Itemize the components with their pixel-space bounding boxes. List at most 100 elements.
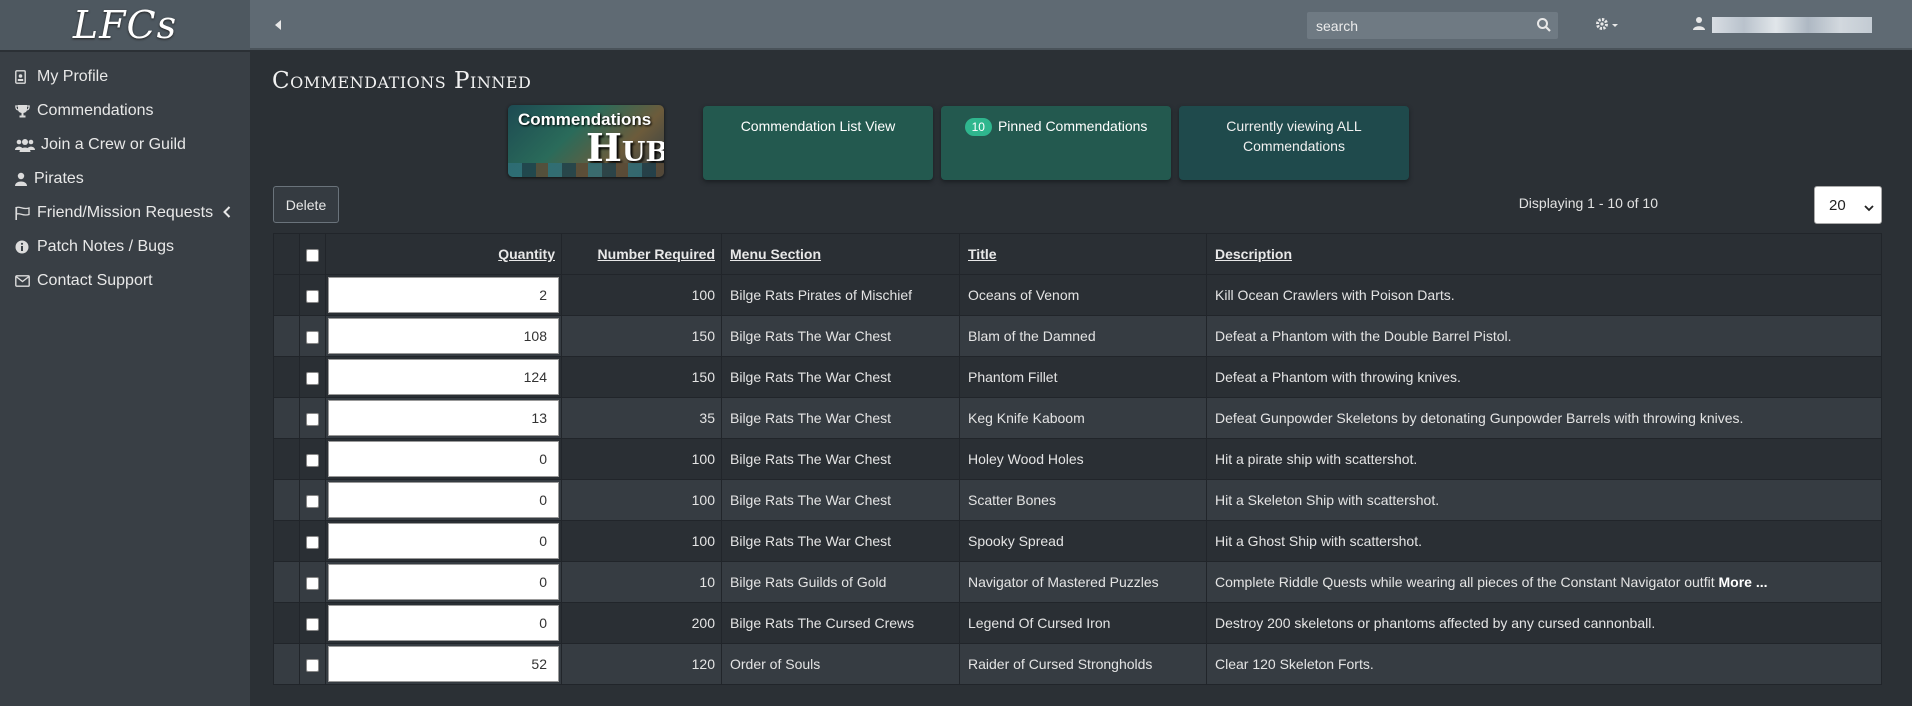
chevron-down-icon <box>1864 200 1874 212</box>
row-blank <box>273 274 300 316</box>
header-blank <box>273 233 300 275</box>
row-checkbox[interactable] <box>306 330 319 344</box>
search-input[interactable] <box>1307 12 1527 39</box>
title-cell: Spooky Spread <box>959 520 1207 562</box>
header-title[interactable]: Title <box>959 233 1207 275</box>
search-box <box>1307 12 1558 39</box>
sidebar-item-patch-notes[interactable]: Patch Notes / Bugs <box>0 230 250 264</box>
header-select-all[interactable] <box>299 233 326 275</box>
more-link[interactable]: More ... <box>1718 574 1767 590</box>
sidebar: My Profile Commendations Join a Crew or … <box>0 52 250 706</box>
quantity-input[interactable] <box>328 318 559 354</box>
settings-dropdown[interactable] <box>1594 15 1624 35</box>
header-number-required[interactable]: Number Required <box>561 233 722 275</box>
sidebar-item-commendations[interactable]: Commendations <box>0 94 250 128</box>
tile-label-line2: Commendations <box>1243 138 1345 154</box>
row-checkbox[interactable] <box>306 289 319 303</box>
table-row: 100 Bilge Rats The War Chest Spooky Spre… <box>273 520 1882 562</box>
row-checkbox[interactable] <box>306 658 319 672</box>
section-cell: Bilge Rats The War Chest <box>721 520 960 562</box>
header-menu-section[interactable]: Menu Section <box>721 233 960 275</box>
delete-button[interactable]: Delete <box>273 186 339 223</box>
gear-icon <box>1594 18 1624 39</box>
row-checkbox[interactable] <box>306 412 319 426</box>
row-checkbox[interactable] <box>306 617 319 631</box>
quantity-cell <box>325 520 562 562</box>
quantity-input[interactable] <box>328 359 559 395</box>
quantity-input[interactable] <box>328 441 559 477</box>
quantity-input[interactable] <box>328 277 559 313</box>
description-cell: Hit a Skeleton Ship with scattershot. <box>1206 479 1882 521</box>
sidebar-item-label: Friend/Mission Requests <box>37 204 214 221</box>
table-row: 150 Bilge Rats The War Chest Phantom Fil… <box>273 356 1882 398</box>
user-menu[interactable] <box>1692 15 1877 35</box>
select-all-checkbox[interactable] <box>306 248 319 262</box>
description-cell: Complete Riddle Quests while wearing all… <box>1206 561 1882 603</box>
quantity-cell <box>325 438 562 480</box>
quantity-input[interactable] <box>328 564 559 600</box>
row-checkbox-cell <box>299 397 326 439</box>
sidebar-item-join-crew[interactable]: Join a Crew or Guild <box>0 128 250 162</box>
quantity-input[interactable] <box>328 400 559 436</box>
description-cell: Hit a pirate ship with scattershot. <box>1206 438 1882 480</box>
commendations-hub-banner[interactable]: Commendations Hub <box>508 105 664 177</box>
header-description[interactable]: Description <box>1206 233 1882 275</box>
required-cell: 100 <box>561 520 722 562</box>
sidebar-item-pirates[interactable]: Pirates <box>0 162 250 196</box>
required-cell: 35 <box>561 397 722 439</box>
site-logo[interactable]: LFCs <box>73 3 177 47</box>
commendation-list-view-tile[interactable]: Commendation List View <box>703 106 933 180</box>
row-blank <box>273 520 300 562</box>
required-cell: 150 <box>561 315 722 357</box>
sidebar-item-friend-mission[interactable]: Friend/Mission Requests <box>0 196 250 230</box>
section-cell: Order of Souls <box>721 643 960 685</box>
title-cell: Keg Knife Kaboom <box>959 397 1207 439</box>
required-cell: 100 <box>561 479 722 521</box>
required-cell: 200 <box>561 602 722 644</box>
row-checkbox[interactable] <box>306 371 319 385</box>
row-checkbox-cell <box>299 315 326 357</box>
required-cell: 10 <box>561 561 722 603</box>
row-blank <box>273 479 300 521</box>
quantity-input[interactable] <box>328 605 559 641</box>
chevron-left-icon[interactable] <box>272 14 288 36</box>
title-cell: Scatter Bones <box>959 479 1207 521</box>
row-checkbox[interactable] <box>306 576 319 590</box>
quantity-input[interactable] <box>328 646 559 682</box>
row-checkbox[interactable] <box>306 494 319 508</box>
page-size-select[interactable]: 20 <box>1814 186 1882 224</box>
search-icon[interactable] <box>1536 17 1552 33</box>
title-cell: Navigator of Mastered Puzzles <box>959 561 1207 603</box>
required-cell: 100 <box>561 274 722 316</box>
table-row: 100 Bilge Rats The War Chest Holey Wood … <box>273 438 1882 480</box>
description-cell: Defeat a Phantom with the Double Barrel … <box>1206 315 1882 357</box>
viewing-all-tile[interactable]: Currently viewing ALL Commendations <box>1179 106 1409 180</box>
table-row: 150 Bilge Rats The War Chest Blam of the… <box>273 315 1882 357</box>
logo-area[interactable]: LFCs <box>0 0 250 50</box>
sidebar-item-my-profile[interactable]: My Profile <box>0 60 250 94</box>
flag-icon <box>15 206 37 220</box>
pinned-commendations-tile[interactable]: 10 Pinned Commendations <box>941 106 1171 180</box>
table-row: 100 Bilge Rats The War Chest Scatter Bon… <box>273 479 1882 521</box>
section-cell: Bilge Rats The Cursed Crews <box>721 602 960 644</box>
row-blank <box>273 561 300 603</box>
quantity-input[interactable] <box>328 523 559 559</box>
row-checkbox[interactable] <box>306 535 319 549</box>
table-row: 200 Bilge Rats The Cursed Crews Legend O… <box>273 602 1882 644</box>
top-navbar: LFCs <box>0 0 1912 50</box>
sidebar-item-contact-support[interactable]: Contact Support <box>0 264 250 298</box>
table-header-row: Quantity Number Required Menu Section Ti… <box>273 233 1882 275</box>
description-cell: Clear 120 Skeleton Forts. <box>1206 643 1882 685</box>
row-checkbox-cell <box>299 643 326 685</box>
header-quantity[interactable]: Quantity <box>325 233 562 275</box>
row-checkbox[interactable] <box>306 453 319 467</box>
chevron-left-icon[interactable] <box>223 205 231 221</box>
tile-label: Pinned Commendations <box>997 118 1148 134</box>
description-text: Complete Riddle Quests while wearing all… <box>1215 574 1715 590</box>
description-cell: Destroy 200 skeletons or phantoms affect… <box>1206 602 1882 644</box>
title-cell: Blam of the Damned <box>959 315 1207 357</box>
title-cell: Phantom Fillet <box>959 356 1207 398</box>
row-blank <box>273 356 300 398</box>
section-cell: Bilge Rats Guilds of Gold <box>721 561 960 603</box>
quantity-input[interactable] <box>328 482 559 518</box>
